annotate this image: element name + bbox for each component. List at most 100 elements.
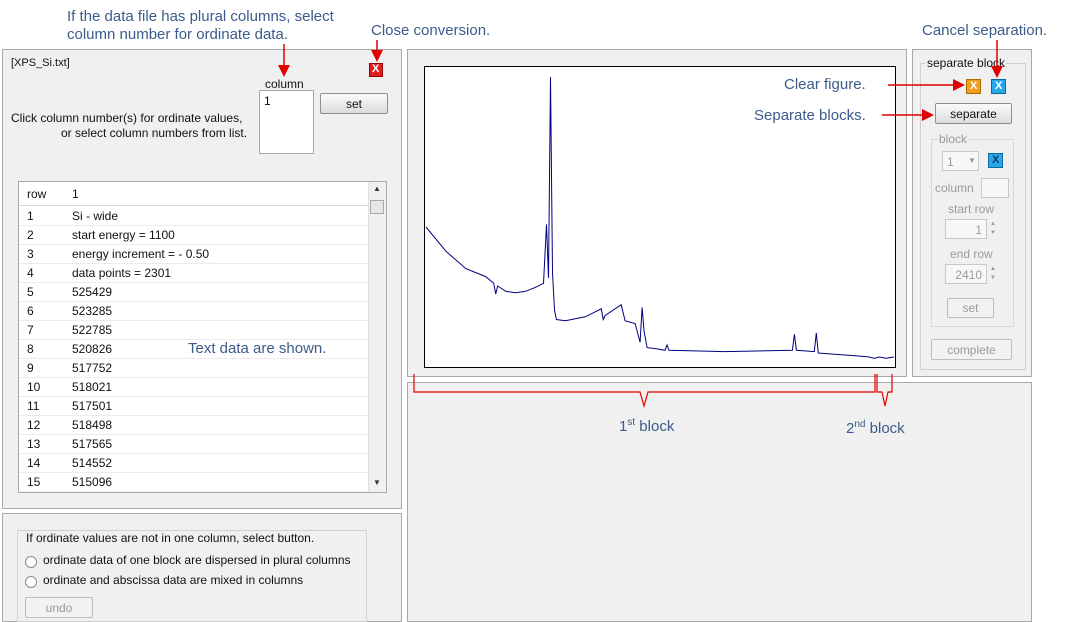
block-cancel-icon: X: [992, 154, 1000, 166]
table-header: row 1: [19, 182, 369, 206]
undo-button[interactable]: undo: [25, 597, 93, 618]
option-dispersed-radio[interactable]: [25, 556, 37, 568]
column-list-item[interactable]: 1: [264, 94, 271, 108]
start-row-spinner-icon[interactable]: ▲ ▼: [990, 220, 996, 238]
close-conversion-button[interactable]: X: [369, 63, 383, 77]
table-row[interactable]: 10 518021: [19, 377, 369, 397]
block-2-word: block: [869, 420, 905, 437]
value-cell: 517752: [72, 361, 113, 375]
value-cell: energy increment = - 0.50: [72, 247, 210, 261]
table-row[interactable]: 12 518498: [19, 415, 369, 435]
table-row[interactable]: 1 Si - wide: [19, 206, 369, 226]
end-row-spinner-icon[interactable]: ▲ ▼: [990, 265, 996, 283]
value-cell: 522785: [72, 323, 113, 337]
table-row[interactable]: 2 start energy = 1100: [19, 225, 369, 245]
separate-group-label: separate block: [926, 56, 1007, 70]
option-mixed-label[interactable]: ordinate and abscissa data are mixed in …: [43, 573, 303, 587]
close-icon: X: [372, 63, 380, 75]
row-number-cell: 8: [27, 342, 34, 356]
row-number-cell: 11: [27, 399, 40, 413]
header-col-1: 1: [72, 187, 79, 201]
block-select[interactable]: 1 ▼: [942, 151, 979, 171]
lower-figure-panel: [407, 382, 1032, 622]
option-mixed-radio[interactable]: [25, 576, 37, 588]
complete-button[interactable]: complete: [931, 339, 1012, 360]
row-number-cell: 13: [27, 437, 41, 451]
plural-columns-callout-2: column number for ordinate data.: [67, 26, 288, 43]
table-row[interactable]: 3 energy increment = - 0.50: [19, 244, 369, 264]
start-row-label: start row: [948, 202, 995, 216]
column-field-label: column: [935, 181, 974, 195]
value-cell: 517501: [72, 399, 113, 413]
start-row-value: 1: [975, 223, 982, 237]
block-group-label: block: [938, 132, 969, 146]
row-number-cell: 2: [27, 228, 34, 242]
column-field[interactable]: [981, 178, 1009, 198]
header-row: row: [27, 187, 47, 201]
instruction-line-1: Click column number(s) for ordinate valu…: [11, 111, 243, 125]
scroll-down-icon[interactable]: ▼: [373, 478, 381, 487]
block-select-value: 1: [947, 155, 954, 169]
block-2-ordinal: nd: [854, 419, 866, 430]
figure-panel: [407, 49, 907, 377]
start-row-field[interactable]: 1: [945, 219, 987, 239]
value-cell: start energy = 1100: [72, 228, 175, 242]
row-number-cell: 12: [27, 418, 41, 432]
ordinate-panel: If ordinate values are not in one column…: [2, 513, 402, 622]
value-cell: data points = 2301: [72, 266, 172, 280]
value-cell: 523285: [72, 304, 113, 318]
option-dispersed-label[interactable]: ordinate data of one block are dispersed…: [43, 553, 351, 567]
separate-blocks-callout: Separate blocks.: [754, 107, 866, 124]
value-cell: 515096: [72, 475, 113, 489]
scroll-thumb[interactable]: [370, 200, 384, 214]
clear-figure-callout: Clear figure.: [784, 76, 866, 93]
row-number-cell: 10: [27, 380, 41, 394]
file-name: [XPS_Si.txt]: [11, 57, 70, 69]
table-row[interactable]: 11 517501: [19, 396, 369, 416]
row-number-cell: 7: [27, 323, 34, 337]
column-list[interactable]: 1: [259, 90, 314, 154]
table-row[interactable]: 4 data points = 2301: [19, 263, 369, 283]
block-set-button[interactable]: set: [947, 298, 994, 318]
block-cancel-button[interactable]: X: [988, 153, 1003, 168]
value-cell: 520826: [72, 342, 113, 356]
value-cell: 517565: [72, 437, 113, 451]
row-number-cell: 5: [27, 285, 34, 299]
clear-figure-icon: X: [970, 80, 978, 92]
column-set-button[interactable]: set: [320, 93, 388, 114]
separate-panel: separate block X X separate block 1 ▼ X …: [912, 49, 1032, 377]
cancel-separation-button[interactable]: X: [991, 79, 1006, 94]
value-cell: 518021: [72, 380, 113, 394]
row-number-cell: 6: [27, 304, 34, 318]
text-data-callout: Text data are shown.: [188, 340, 327, 357]
row-number-cell: 1: [27, 209, 34, 223]
plural-columns-callout-1: If the data file has plural columns, sel…: [67, 8, 334, 25]
value-cell: Si - wide: [72, 209, 119, 223]
table-row[interactable]: 7 522785: [19, 320, 369, 340]
text-data-table[interactable]: row 1 1 Si - wide 2 start energy = 1100 3 ene…: [18, 181, 387, 493]
scroll-up-icon[interactable]: ▲: [373, 184, 381, 193]
row-number-cell: 4: [27, 266, 34, 280]
table-row[interactable]: 13 517565: [19, 434, 369, 454]
table-row[interactable]: 15 515096: [19, 472, 369, 492]
table-row[interactable]: 5 525429: [19, 282, 369, 302]
row-number-cell: 9: [27, 361, 34, 375]
table-row[interactable]: 6 523285: [19, 301, 369, 321]
separate-button[interactable]: separate: [935, 103, 1012, 124]
table-row[interactable]: 9 517752: [19, 358, 369, 378]
block-1-callout: 1st block: [619, 414, 674, 436]
block-1-ordinal: st: [627, 417, 636, 428]
end-row-value: 2410: [955, 268, 982, 282]
cancel-separation-icon: X: [995, 80, 1003, 92]
chevron-down-icon: ▼: [968, 156, 976, 165]
end-row-label: end row: [950, 247, 993, 261]
row-number-cell: 14: [27, 456, 41, 470]
table-scrollbar[interactable]: ▲ ▼: [368, 182, 386, 492]
block-2-callout: 2nd block: [846, 416, 905, 438]
value-cell: 514552: [72, 456, 113, 470]
table-row[interactable]: 14 514552: [19, 453, 369, 473]
row-number-cell: 3: [27, 247, 34, 261]
ordinate-instruction: If ordinate values are not in one column…: [26, 531, 315, 545]
clear-figure-button[interactable]: X: [966, 79, 981, 94]
end-row-field[interactable]: 2410: [945, 264, 987, 284]
